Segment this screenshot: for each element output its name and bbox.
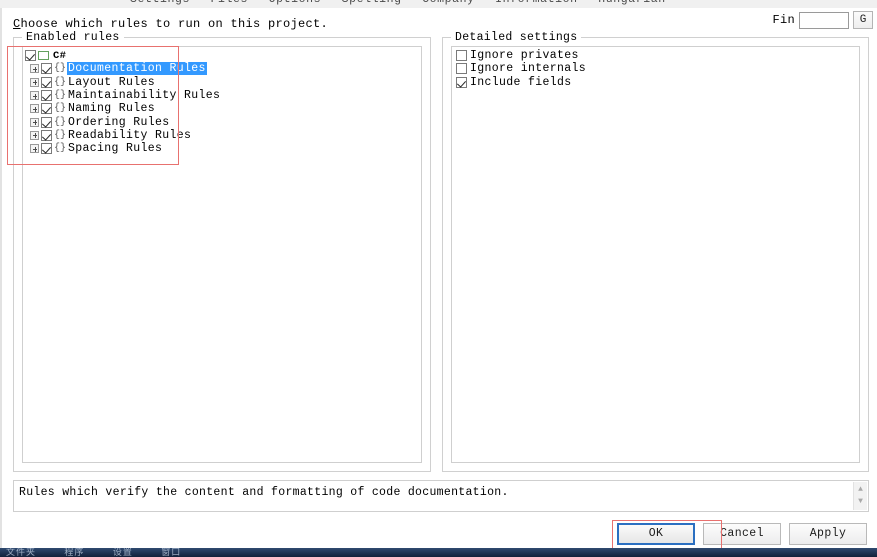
expand-icon[interactable] bbox=[30, 130, 39, 140]
tree-node-maintainability-rules[interactable]: {} Maintainability Rules bbox=[25, 89, 421, 102]
tab-settings[interactable]: Settings bbox=[130, 0, 190, 6]
expand-icon[interactable] bbox=[30, 64, 39, 74]
expand-icon[interactable] bbox=[30, 144, 39, 154]
taskbar-item[interactable]: 窗口 bbox=[161, 548, 181, 557]
taskbar-items: 文件夹 程序 设置 窗口 bbox=[6, 548, 203, 557]
option-ignore-privates[interactable]: Ignore privates bbox=[456, 49, 859, 62]
tree-node-label: Maintainability Rules bbox=[68, 89, 221, 103]
tree-node-documentation-rules[interactable]: {} Documentation Rules bbox=[25, 62, 421, 76]
description-box: Rules which verify the content and forma… bbox=[13, 480, 869, 512]
option-label: Include fields bbox=[470, 75, 572, 89]
detailed-settings-group: Detailed settings Ignore privates Ignore… bbox=[442, 31, 869, 472]
tree-node-spacing-rules[interactable]: {} Spacing Rules bbox=[25, 142, 421, 155]
checkbox-csharp[interactable] bbox=[25, 50, 36, 62]
namespace-icon: {} bbox=[54, 76, 67, 88]
enabled-rules-tree[interactable]: C# {} Documentation Rules {} Layout Rule… bbox=[22, 46, 422, 463]
checkbox-include-fields[interactable] bbox=[456, 76, 467, 88]
checkbox-documentation-rules[interactable] bbox=[41, 63, 52, 75]
option-label: Ignore privates bbox=[470, 49, 579, 63]
chevron-up-icon[interactable]: ▲ bbox=[858, 486, 863, 494]
checkbox-layout-rules[interactable] bbox=[41, 76, 52, 88]
checkbox-spacing-rules[interactable] bbox=[41, 143, 52, 155]
checkbox-readability-rules[interactable] bbox=[41, 129, 52, 141]
tree-node-readability-rules[interactable]: {} Readability Rules bbox=[25, 129, 421, 142]
namespace-icon: {} bbox=[54, 63, 67, 75]
page-title: Choose which rules to run on this projec… bbox=[13, 17, 328, 31]
namespace-icon: {} bbox=[54, 129, 67, 141]
checkbox-ordering-rules[interactable] bbox=[41, 116, 52, 128]
description-scrollbar[interactable]: ▲ ▼ bbox=[853, 482, 867, 510]
cancel-button[interactable]: Cancel bbox=[703, 523, 781, 545]
enabled-rules-title: Enabled rules bbox=[22, 31, 124, 44]
taskbar-item[interactable]: 程序 bbox=[64, 548, 84, 557]
tree-node-label: Naming Rules bbox=[68, 102, 156, 116]
detailed-settings-pane: Ignore privates Ignore internals Include… bbox=[451, 46, 860, 463]
rules-dialog: Choose which rules to run on this projec… bbox=[0, 8, 877, 551]
tree-node-label: Layout Rules bbox=[68, 75, 156, 89]
tree-node-layout-rules[interactable]: {} Layout Rules bbox=[25, 76, 421, 89]
tab-information[interactable]: Information bbox=[495, 0, 578, 6]
detailed-settings-title: Detailed settings bbox=[451, 31, 582, 44]
expand-icon[interactable] bbox=[30, 91, 39, 101]
dialog-button-row: OK Cancel Apply bbox=[617, 523, 867, 545]
taskbar: 文件夹 程序 设置 窗口 bbox=[0, 548, 877, 557]
checkbox-naming-rules[interactable] bbox=[41, 103, 52, 115]
description-text: Rules which verify the content and forma… bbox=[19, 486, 509, 499]
chevron-down-icon[interactable]: ▼ bbox=[858, 498, 863, 506]
tree-node-naming-rules[interactable]: {} Naming Rules bbox=[25, 102, 421, 115]
namespace-icon: {} bbox=[54, 103, 67, 115]
find-bar: Fin G bbox=[772, 11, 873, 29]
checkbox-ignore-internals[interactable] bbox=[456, 63, 467, 75]
prompt-text: hoose which rules to run on this project… bbox=[20, 17, 329, 31]
option-include-fields[interactable]: Include fields bbox=[456, 76, 859, 89]
checkbox-maintainability-rules[interactable] bbox=[41, 90, 52, 102]
tree-node-label: Documentation Rules bbox=[67, 62, 207, 76]
expand-icon[interactable] bbox=[30, 77, 39, 87]
expand-icon[interactable] bbox=[30, 104, 39, 114]
find-label: Fin bbox=[772, 13, 795, 27]
option-ignore-internals[interactable]: Ignore internals bbox=[456, 62, 859, 75]
find-go-button[interactable]: G bbox=[853, 11, 873, 29]
taskbar-item[interactable]: 设置 bbox=[113, 548, 133, 557]
tab-hungarian[interactable]: Hungarian bbox=[598, 0, 666, 6]
namespace-icon: {} bbox=[54, 90, 67, 102]
tree-node-csharp[interactable]: C# bbox=[25, 49, 421, 62]
tab-files[interactable]: Files bbox=[211, 0, 249, 6]
tree-node-label: Readability Rules bbox=[68, 128, 192, 142]
folder-icon bbox=[38, 51, 49, 61]
tree-node-ordering-rules[interactable]: {} Ordering Rules bbox=[25, 115, 421, 129]
expand-icon[interactable] bbox=[30, 117, 39, 127]
tree-node-label: Ordering Rules bbox=[68, 115, 170, 129]
prompt-access-key: C bbox=[13, 17, 21, 31]
tab-company[interactable]: Company bbox=[422, 0, 475, 6]
tab-options[interactable]: Options bbox=[269, 0, 322, 6]
taskbar-item[interactable]: 文件夹 bbox=[6, 548, 36, 557]
tree-node-label: C# bbox=[53, 49, 67, 62]
checkbox-ignore-privates[interactable] bbox=[456, 50, 467, 62]
tree-node-label: Spacing Rules bbox=[68, 142, 163, 156]
top-tab-strip-labels: Settings Files Options Spelling Company … bbox=[130, 0, 679, 6]
enabled-rules-group: Enabled rules C# {} Documentation Rules bbox=[13, 31, 431, 472]
apply-button[interactable]: Apply bbox=[789, 523, 867, 545]
namespace-icon: {} bbox=[54, 116, 67, 128]
find-input[interactable] bbox=[799, 11, 849, 29]
namespace-icon: {} bbox=[54, 143, 67, 155]
option-label: Ignore internals bbox=[470, 62, 587, 76]
tab-spelling[interactable]: Spelling bbox=[342, 0, 402, 6]
ok-button[interactable]: OK bbox=[617, 523, 695, 545]
